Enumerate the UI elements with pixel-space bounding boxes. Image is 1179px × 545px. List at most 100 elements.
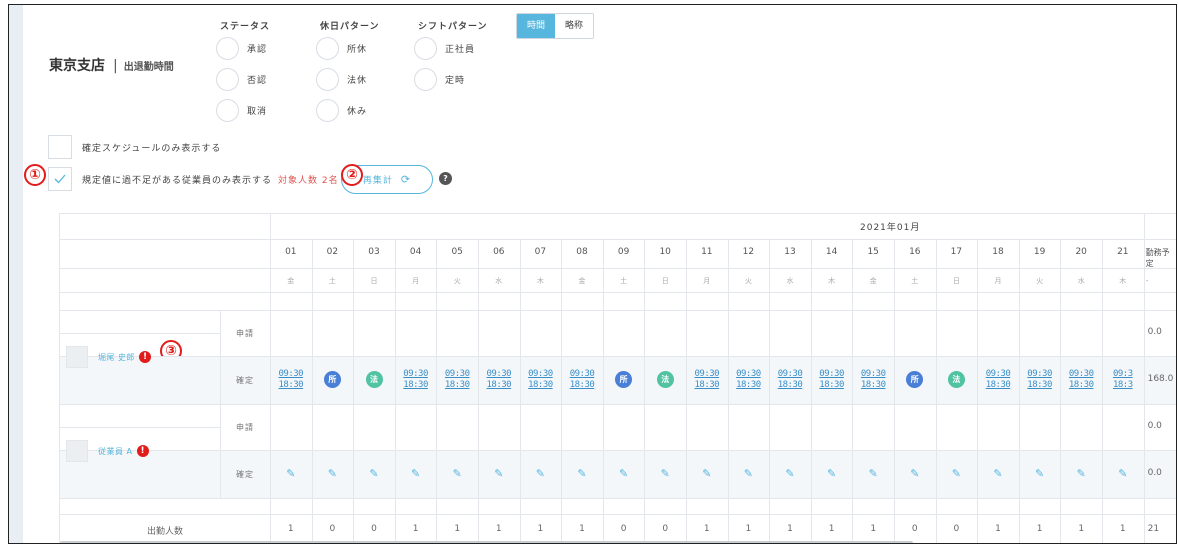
attendance-count: 1 [579,524,585,534]
shift-option-fulltime[interactable]: 正社員 [414,33,488,64]
option-label: 所休 [347,45,368,55]
holiday-option-legal[interactable]: 法休 [316,64,380,95]
pencil-icon[interactable]: ✎ [312,467,354,480]
pencil-icon[interactable]: ✎ [603,467,645,480]
legal-holiday-badge: 法 [947,371,965,388]
radio-button[interactable] [414,37,437,60]
status-filter-group: ステータス 承認 否認 取消 [216,19,271,126]
attendance-count: 1 [495,524,502,534]
status-option-rejected[interactable]: 否認 [216,64,270,95]
pencil-icon[interactable]: ✎ [1102,467,1144,480]
status-option-approved[interactable]: 承認 [216,33,270,64]
radio-button[interactable] [414,68,437,91]
deviation-only-checkbox[interactable] [48,167,72,191]
option-label: 承認 [247,45,268,55]
pencil-icon[interactable]: ✎ [1019,467,1061,480]
pencil-icon[interactable]: ✎ [769,467,811,480]
weekday-header-02: 土 [328,277,336,285]
pencil-icon[interactable]: ✎ [936,467,978,480]
status-option-cancelled[interactable]: 取消 [216,95,270,126]
company-holiday-badge: 所 [323,371,341,388]
holiday-badge[interactable]: 法 [365,371,383,388]
shift-time-link[interactable]: 09:30 18:30 [270,369,312,391]
shift-end: 18:30 [486,380,512,390]
attendance-count: 0 [329,524,336,534]
confirmed-only-checkbox[interactable] [48,135,72,159]
pencil-icon[interactable]: ✎ [977,467,1019,480]
holiday-badge[interactable]: 所 [323,371,341,388]
status-filter-title: ステータス [220,22,271,32]
shift-start: 09:30 [528,369,553,379]
holiday-badge[interactable]: 法 [656,371,674,388]
shift-option-fixed[interactable]: 定時 [414,64,488,95]
pencil-icon[interactable]: ✎ [520,467,562,480]
holiday-badge[interactable]: 所 [906,371,924,388]
pencil-icon[interactable]: ✎ [1060,467,1102,480]
attendance-count: 0 [662,524,669,534]
help-icon[interactable]: ? [439,172,452,185]
shift-time-link[interactable]: 09:30 18:30 [436,369,478,391]
shift-time-link[interactable]: 09:3 18:3 [1102,369,1144,391]
shift-start: 09:30 [819,369,844,379]
shift-time-link[interactable]: 09:30 18:30 [561,369,603,391]
pencil-icon[interactable]: ✎ [395,467,437,480]
employee-name-link[interactable]: 従業員 A [98,446,133,457]
pencil-icon[interactable]: ✎ [270,467,312,480]
radio-button[interactable] [316,99,339,122]
shift-time-link[interactable]: 09:30 18:30 [769,369,811,391]
radio-button[interactable] [216,99,239,122]
shift-start: 09:30 [860,369,886,379]
shift-end: 18:30 [985,380,1011,390]
radio-button[interactable] [316,68,339,91]
deviation-only-label: 規定値に過不足がある従業員のみ表示する [82,175,273,186]
radio-button[interactable] [316,37,339,60]
horizontal-scrollbar[interactable] [60,541,913,543]
holiday-badge[interactable]: 所 [615,371,633,388]
day-header-13: 13 [784,247,796,257]
employee-name-link[interactable]: 堀尾 史郎 [98,352,135,363]
planned-hours-dash: - [1145,276,1149,285]
pencil-icon[interactable]: ✎ [561,467,603,480]
weekday-header-18: 月 [994,277,1002,285]
pencil-icon[interactable]: ✎ [728,467,770,480]
day-header-16: 16 [909,247,921,257]
shift-time-link[interactable]: 09:30 18:30 [811,369,853,391]
day-header-21: 21 [1117,247,1129,257]
radio-button[interactable] [216,68,239,91]
grid-col-line [1143,214,1145,543]
shift-time-link[interactable]: 09:30 18:30 [478,369,520,391]
pencil-icon[interactable]: ✎ [686,467,728,480]
employee-avatar [66,346,88,368]
holiday-filter-title: 休日パターン [320,22,380,32]
shift-time-link[interactable]: 09:30 18:30 [520,369,562,391]
pencil-icon[interactable]: ✎ [644,467,686,480]
shift-time-link[interactable]: 09:30 18:30 [686,369,728,391]
holiday-option-off[interactable]: 休み [316,95,380,126]
shift-end: 18:30 [278,380,304,390]
shift-time-link[interactable]: 09:30 18:30 [1060,369,1102,391]
shift-time-link[interactable]: 09:30 18:30 [728,369,770,391]
shift-time-link[interactable]: 09:30 18:30 [852,369,894,391]
pencil-icon[interactable]: ✎ [894,467,936,480]
shift-time-link[interactable]: 09:30 18:30 [395,369,437,391]
annotation-marker-2: ② [341,164,363,186]
pencil-icon[interactable]: ✎ [811,467,853,480]
attendance-count: 1 [537,524,544,534]
pencil-icon[interactable]: ✎ [353,467,395,480]
holiday-filter-group: 休日パターン 所休 法休 休み [316,19,380,126]
radio-button[interactable] [216,37,239,60]
day-header-14: 14 [825,247,838,257]
pencil-icon[interactable]: ✎ [852,467,894,480]
abbrev-mode-button[interactable]: 略称 [555,14,594,38]
shift-time-link[interactable]: 09:30 18:30 [977,369,1019,391]
company-holiday-badge: 所 [906,371,924,388]
holiday-badge[interactable]: 法 [947,371,965,388]
apply-row-label: 申請 [236,329,254,338]
pencil-icon[interactable]: ✎ [478,467,520,480]
shift-time-link[interactable]: 09:30 18:30 [1019,369,1061,391]
time-mode-button[interactable]: 時間 [517,14,556,38]
holiday-option-company[interactable]: 所休 [316,33,380,64]
pencil-icon[interactable]: ✎ [436,467,478,480]
deviation-only-row: 規定値に過不足がある従業員のみ表示する 対象人数 2名 [48,167,339,191]
company-holiday-badge: 所 [615,371,633,388]
